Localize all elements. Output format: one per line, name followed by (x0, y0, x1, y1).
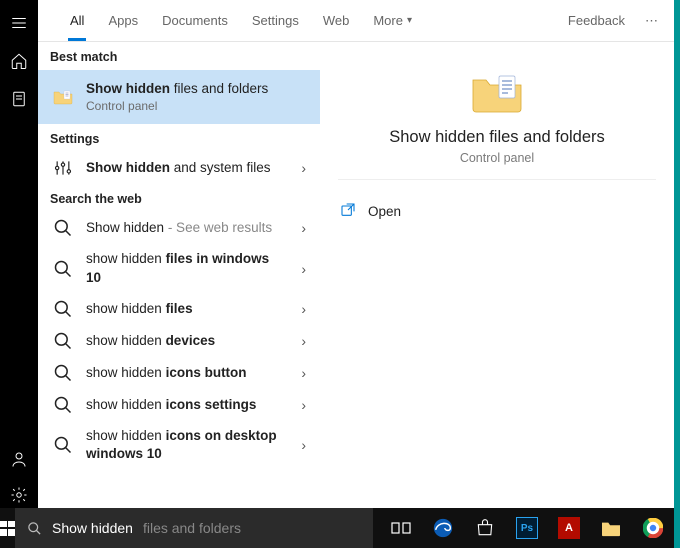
document-icon[interactable] (10, 90, 28, 108)
chevron-right-icon: › (295, 261, 312, 277)
open-icon (340, 202, 356, 221)
search-icon (27, 521, 42, 536)
search-completion-text: files and folders (143, 520, 241, 536)
preview-title: Show hidden files and folders (389, 128, 605, 147)
preview-subtitle: Control panel (460, 151, 534, 165)
web-result[interactable]: show hidden icons on desktop windows 10 › (38, 421, 320, 469)
search-icon (50, 363, 76, 383)
best-match-result[interactable]: Show hidden files and folders Control pa… (38, 70, 320, 124)
result-title: show hidden files in windows 10 (86, 250, 285, 286)
result-title: Show hidden and system files (86, 159, 285, 177)
search-icon (50, 331, 76, 351)
task-view-icon[interactable] (387, 514, 415, 542)
sliders-icon (50, 158, 76, 178)
start-button[interactable] (0, 508, 15, 548)
tab-apps[interactable]: Apps (96, 0, 150, 41)
preview-pane: Show hidden files and folders Control pa… (320, 42, 674, 508)
web-result[interactable]: show hidden icons settings › (38, 389, 320, 421)
result-title: Show hidden - See web results (86, 219, 285, 237)
chevron-right-icon: › (295, 365, 312, 381)
search-icon (50, 395, 76, 415)
desktop-accent-strip (674, 0, 680, 548)
tab-web[interactable]: Web (311, 0, 362, 41)
acrobat-icon[interactable]: A (555, 514, 583, 542)
result-title: show hidden files (86, 300, 285, 318)
section-search-web: Search the web (38, 184, 320, 212)
tab-more[interactable]: More▾ (361, 0, 424, 41)
chevron-right-icon: › (295, 160, 312, 176)
chrome-icon[interactable] (639, 514, 667, 542)
section-best-match: Best match (38, 42, 320, 70)
web-results-container: Show hidden - See web results›show hidde… (38, 212, 320, 469)
preview-action-label: Open (368, 204, 401, 219)
section-settings: Settings (38, 124, 320, 152)
web-result[interactable]: show hidden files in windows 10 › (38, 244, 320, 292)
web-result[interactable]: show hidden icons button › (38, 357, 320, 389)
search-icon (50, 218, 76, 238)
edge-icon[interactable] (429, 514, 457, 542)
windows-logo-icon (0, 521, 15, 536)
search-tabs: All Apps Documents Settings Web More▾ Fe… (38, 0, 674, 42)
chevron-right-icon: › (295, 333, 312, 349)
feedback-link[interactable]: Feedback (568, 13, 625, 28)
result-subtitle: Control panel (86, 98, 312, 114)
gear-icon[interactable] (10, 486, 28, 504)
chevron-right-icon: › (295, 301, 312, 317)
result-title: show hidden devices (86, 332, 285, 350)
folder-options-icon (50, 87, 76, 107)
web-result[interactable]: show hidden files › (38, 293, 320, 325)
result-title: show hidden icons on desktop windows 10 (86, 427, 285, 463)
chevron-right-icon: › (295, 397, 312, 413)
search-icon (50, 259, 76, 279)
chevron-right-icon: › (295, 220, 312, 236)
web-result[interactable]: show hidden devices › (38, 325, 320, 357)
store-icon[interactable] (471, 514, 499, 542)
preview-icon (471, 72, 523, 114)
user-icon[interactable] (10, 450, 28, 468)
taskbar-search-box[interactable]: Show hidden files and folders (15, 508, 373, 548)
taskbar-pinned-apps: Ps A (373, 508, 680, 548)
settings-result[interactable]: Show hidden and system files › (38, 152, 320, 184)
taskbar: Show hidden files and folders Ps A (0, 508, 674, 548)
tab-documents[interactable]: Documents (150, 0, 240, 41)
tab-settings[interactable]: Settings (240, 0, 311, 41)
home-icon[interactable] (10, 52, 28, 70)
chevron-down-icon: ▾ (407, 15, 412, 26)
search-left-rail (0, 0, 38, 548)
result-title: show hidden icons button (86, 364, 285, 382)
more-options-icon[interactable]: ⋯ (639, 13, 666, 29)
result-title: Show hidden files and folders (86, 80, 312, 98)
chevron-right-icon: › (295, 437, 312, 453)
tab-all[interactable]: All (58, 0, 96, 41)
file-explorer-icon[interactable] (597, 514, 625, 542)
web-result[interactable]: Show hidden - See web results › (38, 212, 320, 244)
search-icon (50, 435, 76, 455)
result-title: show hidden icons settings (86, 396, 285, 414)
search-icon (50, 299, 76, 319)
photoshop-icon[interactable]: Ps (513, 514, 541, 542)
search-typed-text: Show hidden (52, 520, 133, 536)
preview-action-open[interactable]: Open (338, 196, 656, 227)
results-column: Best match Show hidden files and folders… (38, 42, 320, 508)
hamburger-icon[interactable] (10, 14, 28, 32)
search-panel: All Apps Documents Settings Web More▾ Fe… (38, 0, 674, 508)
